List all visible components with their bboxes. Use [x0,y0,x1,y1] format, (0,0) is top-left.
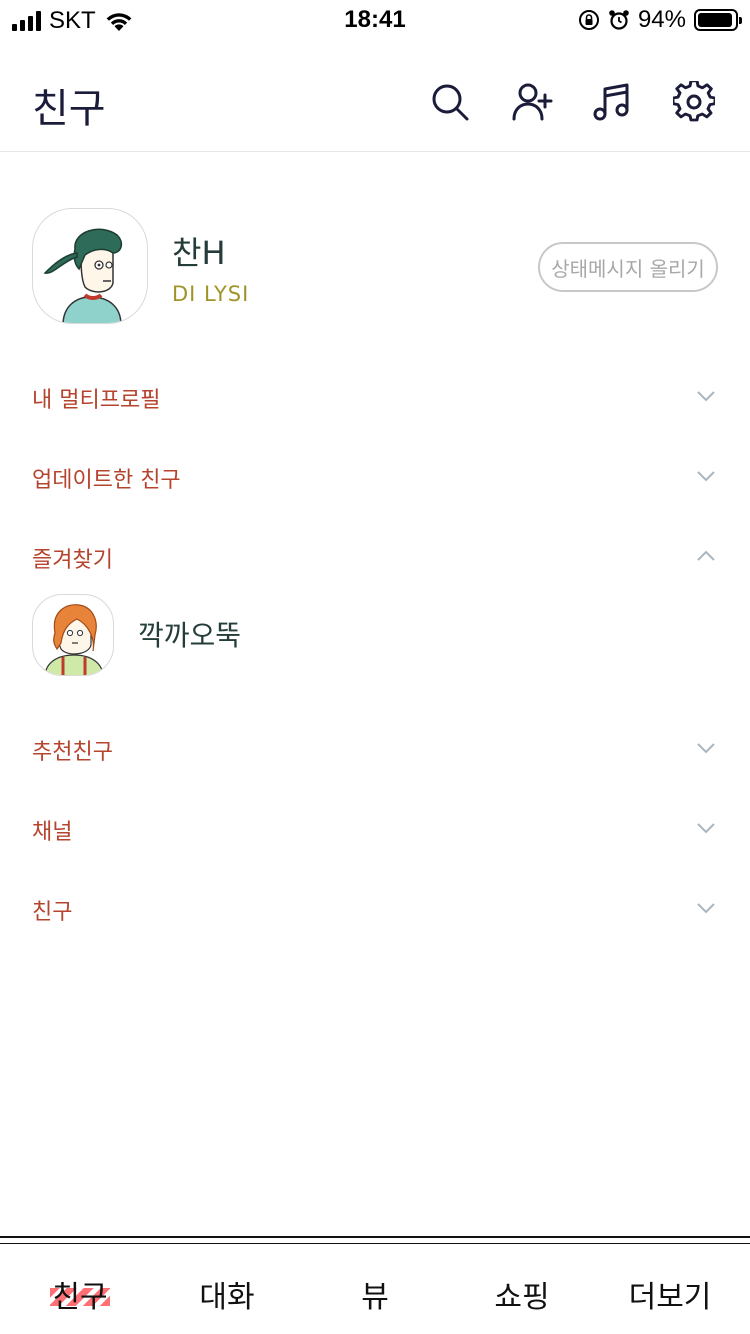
section-friends[interactable]: 친구 [0,878,750,938]
tab-chats[interactable]: 대화 [152,1264,302,1324]
section-label: 업데이트한 친구 [32,468,181,493]
tab-friends[interactable]: 친구 [5,1264,155,1324]
chevron-down-icon [694,384,718,408]
tab-shopping[interactable]: 쇼핑 [447,1264,597,1324]
status-right: 94% [578,6,742,34]
tab-label: 친구 [50,1272,110,1316]
favorite-friend-item[interactable]: 깍까오뚝 [0,594,750,678]
battery-percent: 94% [637,6,686,33]
status-bar: SKT 18:41 94% [0,0,750,40]
avatar[interactable] [32,208,148,324]
add-friend-icon[interactable] [510,80,554,124]
tab-label: 쇼핑 [494,1280,550,1315]
tab-label: 뷰 [361,1280,389,1315]
page-title: 친구 [32,86,106,132]
tab-label: 대화 [199,1280,255,1315]
section-label: 친구 [32,900,73,925]
chevron-down-icon [694,816,718,840]
music-icon[interactable] [590,80,634,124]
avatar[interactable] [32,594,114,676]
my-profile[interactable]: 찬H DI LYSI 상태메시지 올리기 [0,208,750,326]
tab-label: 더보기 [628,1280,712,1315]
settings-icon[interactable] [672,80,716,124]
section-favorites[interactable]: 즐겨찾기 [0,526,750,586]
profile-status-message: DI LYSI [172,282,250,306]
section-multi-profile[interactable]: 내 멀티프로필 [0,366,750,426]
friend-avatar-illustration [44,604,104,675]
favorite-friend-name: 깍까오뚝 [138,619,242,652]
search-icon[interactable] [428,80,472,124]
section-label: 채널 [32,820,73,845]
section-label: 추천친구 [32,740,113,765]
header: 친구 [0,40,750,152]
chevron-down-icon [694,736,718,760]
battery-icon [694,9,742,31]
profile-avatar-illustration [43,228,123,323]
battery-fill [698,13,732,27]
tab-more[interactable]: 더보기 [595,1264,745,1324]
alarm-icon [609,10,629,30]
tab-bar-divider [0,1236,750,1238]
tab-bar: 친구 대화 뷰 쇼핑 더보기 [0,1234,750,1334]
chevron-down-icon [694,464,718,488]
chevron-down-icon [694,896,718,920]
tab-bar-divider [0,1243,750,1244]
section-updated-friends[interactable]: 업데이트한 친구 [0,446,750,506]
chevron-up-icon [694,544,718,568]
profile-name: 찬H [172,234,226,272]
orientation-lock-icon [578,10,599,30]
post-status-message-button[interactable]: 상태메시지 올리기 [538,242,718,292]
tab-view[interactable]: 뷰 [300,1264,450,1324]
section-label: 내 멀티프로필 [32,388,161,413]
section-channels[interactable]: 채널 [0,798,750,858]
section-recommended-friends[interactable]: 추천친구 [0,718,750,778]
section-label: 즐겨찾기 [32,548,113,573]
